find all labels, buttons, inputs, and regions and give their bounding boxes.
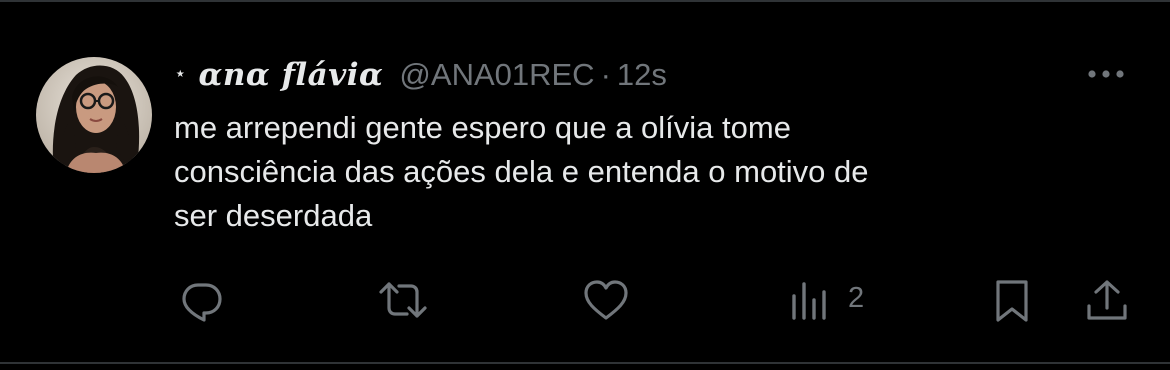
top-divider bbox=[0, 0, 1170, 2]
timestamp[interactable]: 12s bbox=[617, 57, 667, 93]
more-horizontal-icon bbox=[1088, 70, 1124, 78]
tweet-text-line: consciência das ações dela e entenda o m… bbox=[174, 154, 869, 189]
display-name[interactable]: ɑnɑ fláviɑ bbox=[199, 57, 384, 93]
reply-button[interactable] bbox=[176, 276, 228, 324]
retweet-icon bbox=[379, 282, 427, 318]
tweet-text-line: ser deserdada bbox=[174, 198, 373, 233]
tweet-text-line: me arrependi gente espero que a olívia t… bbox=[174, 110, 791, 145]
views-bar-chart-icon bbox=[792, 282, 826, 320]
views-button[interactable] bbox=[784, 276, 836, 324]
tweet-header: ⋆ ɑnɑ fláviɑ @ANA01REC · 12s bbox=[174, 52, 667, 98]
avatar-photo bbox=[36, 57, 152, 173]
user-handle[interactable]: @ANA01REC bbox=[399, 57, 594, 93]
tweet-text: me arrependi gente espero que a olívia t… bbox=[174, 106, 1134, 238]
share-button[interactable] bbox=[1081, 276, 1133, 324]
separator-dot: · bbox=[600, 57, 611, 92]
heart-icon bbox=[584, 280, 628, 320]
more-options-button[interactable] bbox=[1080, 58, 1132, 90]
views-count: 2 bbox=[848, 282, 865, 314]
avatar[interactable] bbox=[36, 57, 152, 173]
bookmark-button[interactable] bbox=[986, 276, 1038, 324]
tweet-actions-bar: 2 bbox=[0, 270, 1170, 330]
bookmark-icon bbox=[996, 280, 1028, 322]
retweet-button[interactable] bbox=[377, 276, 429, 324]
like-button[interactable] bbox=[580, 276, 632, 324]
name-badge-glyph: ⋆ bbox=[174, 62, 187, 85]
bottom-divider bbox=[0, 362, 1170, 364]
share-upload-icon bbox=[1087, 280, 1127, 320]
reply-bubble-icon bbox=[182, 283, 222, 322]
